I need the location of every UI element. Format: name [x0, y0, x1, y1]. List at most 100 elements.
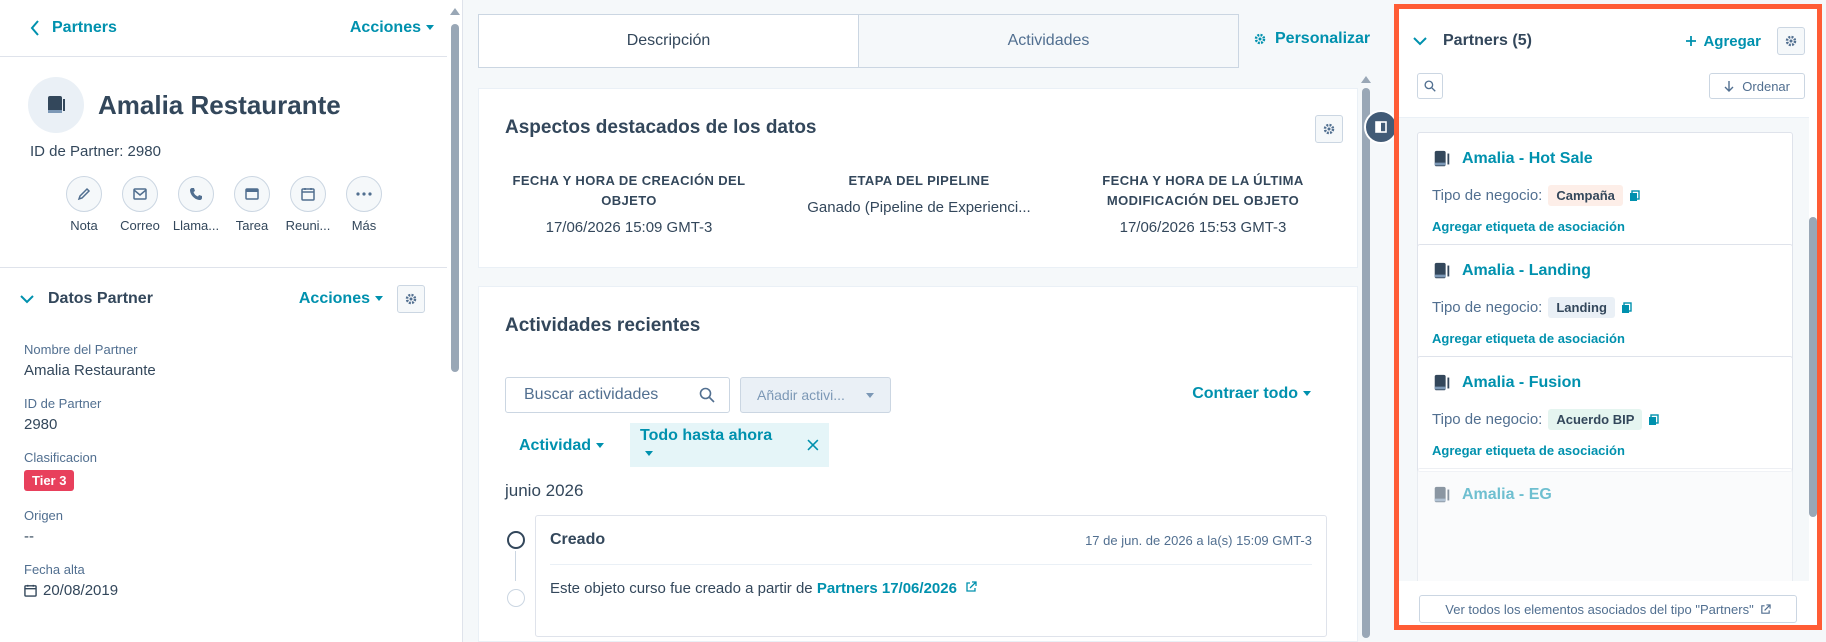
book-icon [1434, 374, 1450, 391]
property-start-date[interactable]: Fecha alta 20/08/2019 [24, 562, 156, 599]
record-tabs: Descripción Actividades [478, 14, 1239, 68]
event-timestamp: 17 de jun. de 2026 a la(s) 15:09 GMT-3 [1085, 533, 1312, 548]
associations-settings-button[interactable] [1777, 27, 1805, 55]
email-icon [133, 188, 147, 200]
activity-type-filter[interactable]: Actividad [519, 437, 605, 455]
highlights-settings-button[interactable] [1315, 115, 1343, 143]
quick-action-more[interactable]: Más [336, 176, 392, 233]
scroll-up-icon[interactable] [450, 8, 460, 15]
personalize-button[interactable]: Personalizar [1253, 30, 1370, 48]
copy-icon[interactable] [1621, 301, 1632, 314]
gear-icon [1785, 35, 1797, 47]
event-body: Este objeto curso fue creado a partir de… [550, 580, 977, 597]
record-header: Amalia Restaurante [0, 57, 462, 133]
tab-activities[interactable]: Actividades [858, 15, 1238, 67]
copy-icon[interactable] [1629, 189, 1640, 202]
caret-down-icon [645, 451, 653, 457]
quick-action-call[interactable]: Llama... [168, 176, 224, 233]
quick-action-note[interactable]: Nota [56, 176, 112, 233]
property-origin[interactable]: Origen -- [24, 508, 156, 545]
quick-actions: Nota Correo Llama... Tarea Reuni... Más [0, 160, 462, 233]
record-actions-dropdown[interactable]: Acciones [350, 19, 434, 37]
record-avatar [28, 77, 84, 133]
timeline-dot [507, 589, 525, 607]
section-settings-button[interactable] [397, 285, 425, 313]
back-to-partners-link[interactable]: Partners [30, 19, 117, 37]
quick-action-email[interactable]: Correo [112, 176, 168, 233]
associations-toggle[interactable]: Partners (5) [1413, 32, 1532, 50]
phone-icon [190, 188, 202, 200]
business-type: Tipo de negocio: Campaña [1432, 185, 1640, 206]
back-label: Partners [52, 19, 117, 36]
add-association-label-link[interactable]: Agregar etiqueta de asociación [1432, 331, 1625, 346]
caret-down-icon [596, 443, 605, 449]
timeline-line [515, 551, 516, 581]
associations-search-button[interactable] [1417, 73, 1443, 99]
association-link[interactable]: Amalia - Hot Sale [1432, 149, 1593, 169]
caret-down-icon [426, 25, 434, 31]
business-type-tag: Landing [1548, 297, 1615, 318]
section-actions-dropdown[interactable]: Acciones [299, 290, 383, 308]
property-classification[interactable]: Clasificacion Tier 3 [24, 450, 156, 491]
collapse-all-dropdown[interactable]: Contraer todo [1192, 385, 1311, 403]
scrollbar-thumb[interactable] [451, 24, 459, 372]
association-card[interactable]: Amalia - Hot Sale Tipo de negocio: Campa… [1417, 132, 1793, 248]
activity-event[interactable]: Creado 17 de jun. de 2026 a la(s) 15:09 … [535, 515, 1327, 637]
panel-toggle-icon [1375, 121, 1387, 133]
main-scrollbar[interactable] [1358, 74, 1374, 642]
record-title: Amalia Restaurante [98, 89, 341, 120]
event-divider [550, 564, 1312, 565]
copy-icon[interactable] [1648, 413, 1660, 426]
event-title: Creado [550, 531, 606, 548]
add-association-button[interactable]: Agregar [1685, 33, 1761, 50]
association-card[interactable]: Amalia - EG [1417, 468, 1793, 581]
highlight-modified: FECHA Y HORA DE LA ÚLTIMA MODIFICACIÓN D… [1102, 173, 1304, 236]
record-id: ID de Partner: 2980 [30, 143, 161, 160]
property-partner-name[interactable]: Nombre del Partner Amalia Restaurante [24, 342, 156, 379]
property-list: Nombre del Partner Amalia Restaurante ID… [24, 342, 156, 616]
association-link[interactable]: Amalia - Landing [1432, 261, 1591, 281]
left-scrollbar[interactable] [447, 0, 462, 642]
event-source-link[interactable]: Partners 17/06/2026 [817, 580, 977, 597]
data-highlights-card: Aspectos destacados de los datos FECHA Y… [478, 88, 1358, 268]
add-association-label-link[interactable]: Agregar etiqueta de asociación [1432, 219, 1625, 234]
activities-search-input[interactable]: Buscar actividades [505, 377, 730, 413]
section-toggle[interactable]: Datos Partner [20, 290, 153, 308]
scrollbar-thumb[interactable] [1809, 217, 1817, 517]
sidebar-collapse-toggle[interactable] [1364, 110, 1398, 144]
highlights-title: Aspectos destacados de los datos [505, 117, 817, 138]
chevron-down-icon [1413, 37, 1427, 46]
calendar-icon [301, 188, 315, 201]
association-link[interactable]: Amalia - Fusion [1432, 373, 1581, 393]
chevron-down-icon [20, 295, 34, 304]
time-range-filter[interactable]: Todo hasta ahora [630, 423, 829, 467]
association-link[interactable]: Amalia - EG [1432, 485, 1552, 505]
scrollbar-thumb[interactable] [1362, 88, 1370, 638]
timeline-month: junio 2026 [505, 481, 584, 500]
caret-down-icon [1303, 391, 1311, 397]
property-partner-id[interactable]: ID de Partner 2980 [24, 396, 156, 433]
add-association-label-link[interactable]: Agregar etiqueta de asociación [1432, 443, 1625, 458]
sort-button[interactable]: Ordenar [1709, 73, 1805, 99]
scroll-up-icon[interactable] [1361, 76, 1371, 83]
book-icon [48, 96, 65, 113]
caret-down-icon [866, 392, 874, 398]
add-activity-dropdown[interactable]: Añadir activi... [740, 377, 891, 413]
book-icon [1434, 262, 1450, 279]
close-icon[interactable] [807, 439, 819, 451]
association-card[interactable]: Amalia - Landing Tipo de negocio: Landin… [1417, 244, 1793, 360]
section-divider [0, 267, 447, 268]
tab-description[interactable]: Descripción [479, 15, 858, 67]
associations-toolbar: Ordenar [1417, 73, 1805, 99]
view-all-associations-button[interactable]: Ver todos los elementos asociados del ti… [1419, 595, 1797, 623]
associations-scrollbar[interactable] [1809, 117, 1817, 581]
timeline-dot [507, 531, 525, 549]
association-card[interactable]: Amalia - Fusion Tipo de negocio: Acuerdo… [1417, 356, 1793, 472]
pencil-icon [77, 187, 91, 201]
quick-action-task[interactable]: Tarea [224, 176, 280, 233]
recent-activities-card: Actividades recientes Buscar actividades… [478, 286, 1358, 642]
chevron-left-icon [30, 20, 39, 36]
section-header: Datos Partner Acciones [20, 285, 425, 313]
quick-action-meeting[interactable]: Reuni... [280, 176, 336, 233]
business-type: Tipo de negocio: Landing [1432, 297, 1632, 318]
